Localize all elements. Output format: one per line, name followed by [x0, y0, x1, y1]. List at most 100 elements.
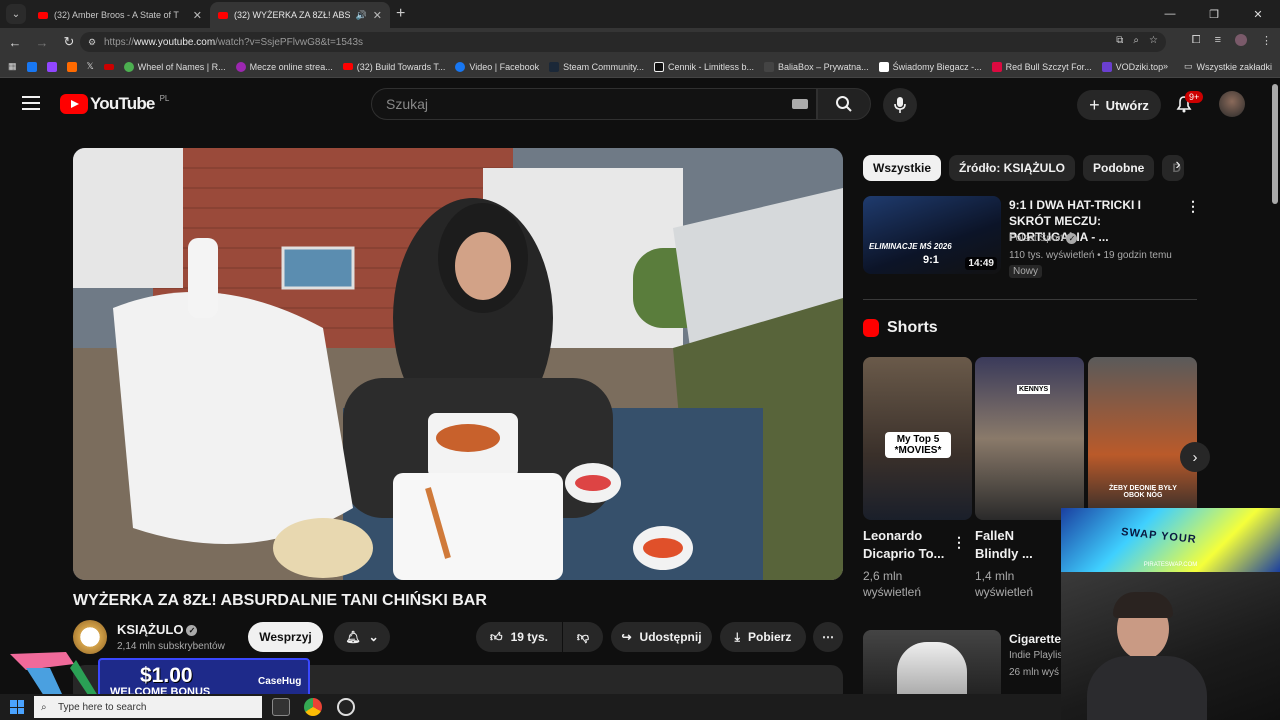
keyboard-icon[interactable]	[792, 99, 808, 109]
share-icon: ↪	[621, 630, 632, 644]
country-code: PL	[159, 94, 170, 103]
plus-icon: +	[1089, 94, 1100, 115]
scrollbar-thumb[interactable]	[1272, 84, 1278, 204]
restore-icon[interactable]: ❐	[1192, 0, 1236, 28]
rec-more-icon[interactable]: ⋮	[1186, 198, 1200, 215]
rec-thumbnail[interactable]	[863, 630, 1001, 696]
voice-search-button[interactable]	[883, 88, 917, 122]
verified-icon: ✓	[186, 625, 198, 637]
like-button[interactable]: 👍︎ 19 tys.	[476, 622, 562, 652]
account-avatar[interactable]	[1219, 91, 1245, 117]
shorts-next-button[interactable]: ›	[1180, 442, 1210, 472]
thumbnail-figure	[897, 642, 967, 696]
short-overlay-text: KENNYS	[1017, 385, 1051, 394]
rec-title[interactable]: Cigarettes	[1009, 632, 1068, 646]
rec-channel[interactable]: Indie Playlis	[1009, 650, 1062, 661]
webcam-body	[1087, 656, 1207, 720]
new-tab-button[interactable]: +	[396, 5, 405, 23]
bell-icon: 🔔︎	[345, 630, 361, 644]
subscribe-notifications-button[interactable]: 🔔︎ ⌄	[334, 622, 390, 652]
search-button[interactable]	[817, 88, 871, 120]
more-bookmarks-icon[interactable]: »	[1163, 61, 1168, 72]
bookmark-baliabox[interactable]: BaliaBox – Prywatna...	[764, 61, 869, 72]
bonus-amount: $1.00	[140, 664, 193, 687]
profile-icon[interactable]	[1235, 34, 1247, 46]
back-icon[interactable]: ←	[3, 35, 27, 50]
create-button[interactable]: + Utwórz	[1077, 90, 1161, 120]
audio-icon[interactable]: 🔊	[356, 10, 367, 21]
short-more-icon[interactable]: ⋮	[952, 534, 966, 551]
hamburger-menu-icon[interactable]	[22, 96, 40, 114]
browser-tab-bar: ⌄ (32) Amber Broos - A State of T ✕ (32)…	[0, 0, 1280, 28]
bookmark-orange-icon[interactable]	[66, 61, 77, 72]
short-thumbnail[interactable]: My Top 5 *MOVIES*	[863, 357, 972, 520]
bookmark-steam[interactable]: Steam Community...	[549, 61, 644, 72]
share-button[interactable]: ↪ Udostępnij	[611, 622, 712, 652]
thumbs-down-icon: 👎︎	[576, 629, 590, 644]
bookmark-mecze[interactable]: Mecze online strea...	[235, 61, 333, 72]
chevron-right-icon: ›	[1192, 448, 1198, 466]
video-frame	[73, 148, 843, 580]
bookmark-star-icon[interactable]: ☆	[1149, 35, 1158, 46]
obs-icon[interactable]	[337, 698, 355, 716]
youtube-favicon-icon	[38, 11, 48, 19]
windows-start-icon[interactable]	[10, 700, 24, 714]
more-icon: ⋯	[822, 630, 834, 644]
chrome-icon[interactable]	[304, 698, 322, 716]
dislike-button[interactable]: 👎︎	[563, 622, 603, 652]
short-title[interactable]: FalleN Blindly ...	[975, 527, 1055, 563]
reload-icon[interactable]: ↻	[57, 34, 81, 50]
bookmark-red-icon[interactable]	[103, 63, 114, 70]
bookmark-facebook-icon[interactable]	[26, 61, 37, 72]
short-thumbnail[interactable]: KENNYS	[975, 357, 1084, 520]
short-title[interactable]: Leonardo Dicaprio To...	[863, 527, 953, 563]
download-button[interactable]: ⤓ Pobierz	[720, 622, 806, 652]
bookmark-build[interactable]: (32) Build Towards T...	[342, 62, 445, 72]
media-control-icon[interactable]: ≡	[1215, 34, 1221, 47]
logo-text: YouTube	[90, 94, 155, 113]
youtube-logo[interactable]: YouTube PL	[60, 94, 169, 114]
taskbar-search-input[interactable]: ⌕ Type here to search	[34, 696, 262, 718]
divider	[863, 299, 1197, 300]
bookmark-vodziki[interactable]: VODziki.top	[1101, 61, 1163, 72]
windows-taskbar: ⌕ Type here to search	[0, 694, 1061, 720]
chip-similar[interactable]: Podobne	[1083, 155, 1155, 181]
search-input[interactable]: Szukaj	[371, 88, 817, 120]
install-icon[interactable]: ⧉	[1116, 35, 1123, 46]
bookmark-twitch-icon[interactable]	[46, 61, 57, 72]
bookmark-facebook-video[interactable]: Video | Facebook	[455, 61, 539, 72]
chip-all[interactable]: Wszystkie	[863, 155, 942, 181]
close-tab-icon[interactable]: ✕	[373, 9, 382, 22]
bookmark-x-icon[interactable]: 𝕏	[87, 61, 94, 72]
apps-icon[interactable]: ▦	[8, 61, 17, 72]
more-actions-button[interactable]: ⋯	[813, 622, 843, 652]
rec-channel[interactable]: Polsat Sport ✓	[1009, 233, 1078, 244]
forward-icon[interactable]: →	[30, 35, 54, 50]
extensions-icon[interactable]: ⧠	[1192, 34, 1201, 47]
bookmark-redbull[interactable]: Red Bull Szczyt For...	[991, 61, 1092, 72]
minimize-icon[interactable]: —	[1148, 0, 1192, 28]
channel-name[interactable]: KSIĄŻULO ✓	[117, 622, 198, 637]
knife-graphic	[10, 652, 98, 698]
tab-title: (32) Amber Broos - A State of T	[54, 10, 179, 20]
terminal-icon[interactable]	[272, 698, 290, 716]
casehug-brand: CaseHug	[258, 676, 302, 687]
short-thumbnail[interactable]: ŻEBY DEONIE BYŁY OBOK NÓG	[1088, 357, 1197, 520]
close-window-icon[interactable]: ✕	[1236, 0, 1280, 28]
zoom-icon[interactable]: ⌕	[1133, 35, 1139, 46]
rec-thumbnail[interactable]: ELIMINACJE MŚ 2026 9:1 14:49	[863, 196, 1001, 274]
browser-tab[interactable]: (32) Amber Broos - A State of T ✕	[30, 2, 210, 28]
menu-icon[interactable]: ⋮	[1261, 34, 1272, 47]
bookmark-wheel[interactable]: Wheel of Names | R...	[123, 61, 226, 72]
address-bar[interactable]: ⚙ https://www.youtube.com/watch?v=SsjePF…	[80, 32, 1166, 52]
bookmark-cennik[interactable]: Cennik - Limitless b...	[654, 61, 754, 72]
all-bookmarks-folder[interactable]: ▭ Wszystkie zakładki	[1184, 61, 1272, 72]
chip-source[interactable]: Źródło: KSIĄŻULO	[949, 155, 1076, 181]
close-tab-icon[interactable]: ✕	[193, 9, 202, 22]
video-player[interactable]	[73, 148, 843, 580]
bookmark-biegacz[interactable]: Świadomy Biegacz -...	[878, 61, 982, 72]
chevron-right-icon[interactable]: ›	[1166, 156, 1190, 180]
browser-tab-active[interactable]: (32) WYŻERKA ZA 8ZŁ! ABS 🔊 ✕	[210, 2, 390, 28]
site-info-icon[interactable]: ⚙	[88, 37, 96, 48]
tab-search-button[interactable]: ⌄	[6, 4, 26, 24]
